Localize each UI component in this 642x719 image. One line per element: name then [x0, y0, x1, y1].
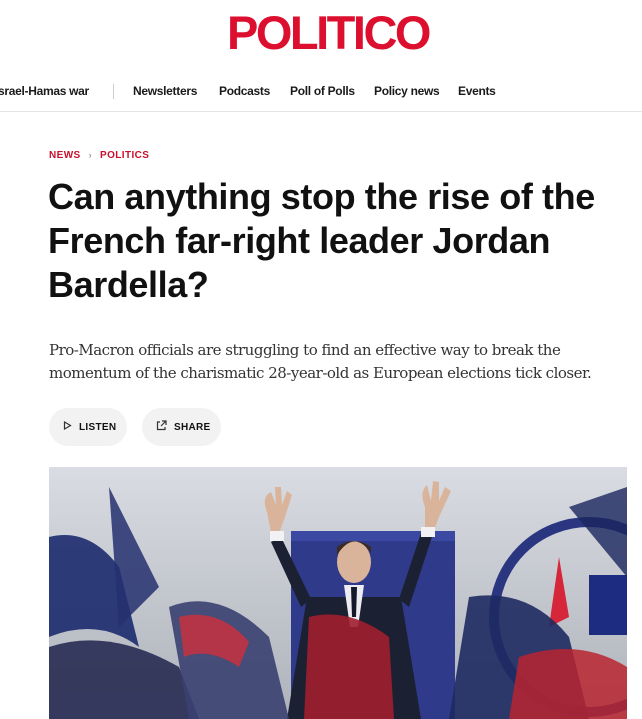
article-dek: Pro-Macron officials are struggling to f…	[49, 341, 592, 382]
nav-item-newsletters[interactable]: Newsletters	[133, 84, 197, 98]
article-headline: Can anything stop the rise of the French…	[48, 176, 595, 305]
masthead: POLITICO	[0, 0, 642, 62]
breadcrumb-news[interactable]: NEWS	[49, 150, 81, 161]
top-nav: srael-Hamas war Newsletters Podcasts Pol…	[0, 72, 642, 112]
listen-label: LISTEN	[79, 421, 117, 433]
play-icon	[63, 420, 72, 433]
breadcrumb-politics[interactable]: POLITICS	[100, 150, 149, 161]
nav-item-podcasts[interactable]: Podcasts	[219, 84, 270, 98]
hero-photo	[49, 467, 627, 719]
share-icon	[156, 420, 167, 434]
chevron-right-icon: ›	[88, 150, 93, 160]
nav-item-events[interactable]: Events	[458, 84, 496, 98]
share-label: SHARE	[174, 421, 211, 433]
listen-button[interactable]: LISTEN	[49, 408, 127, 446]
share-button[interactable]: SHARE	[142, 408, 221, 446]
breadcrumb: NEWS › POLITICS	[49, 150, 149, 161]
nav-item-policy-news[interactable]: Policy news	[374, 84, 440, 98]
nav-divider	[113, 84, 114, 99]
politico-logo[interactable]: POLITICO	[227, 8, 431, 58]
nav-item-israel-hamas-war[interactable]: srael-Hamas war	[0, 84, 89, 98]
nav-item-poll-of-polls[interactable]: Poll of Polls	[290, 84, 355, 98]
hero-image	[49, 467, 627, 719]
